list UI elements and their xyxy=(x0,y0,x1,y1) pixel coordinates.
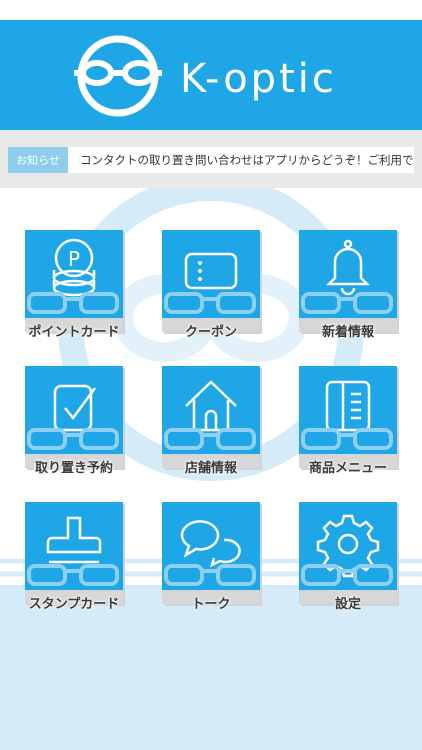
store-info-tile[interactable] xyxy=(162,366,260,468)
coupon-label: クーポン xyxy=(184,325,237,340)
glasses-decoration-icon xyxy=(164,428,256,450)
point-card-tile[interactable]: P xyxy=(25,230,123,332)
glasses-decoration-icon xyxy=(27,292,119,314)
settings-tile[interactable] xyxy=(299,502,397,604)
product-menu-label: 商品メニュー xyxy=(308,461,387,476)
glasses-decoration-icon xyxy=(301,428,393,450)
reservation-label: 取り置き予約 xyxy=(34,461,113,476)
reservation-tile[interactable] xyxy=(25,366,123,468)
settings-label: 設定 xyxy=(334,597,361,612)
news-text[interactable]: コンタクトの取り置き問い合わせはアプリからどうぞ！ご利用で貯まるポ xyxy=(80,147,414,173)
glasses-decoration-icon xyxy=(164,292,256,314)
stamp-card-tile[interactable] xyxy=(25,502,123,604)
talk-label: トーク xyxy=(191,597,231,612)
point-card-label: ポイントカード xyxy=(28,325,120,340)
glasses-decoration-icon xyxy=(27,428,119,450)
brand-name: K-optic xyxy=(180,56,337,102)
svg-text:P: P xyxy=(68,247,80,271)
news-tile[interactable] xyxy=(299,230,397,332)
news-badge: お知らせ xyxy=(8,147,68,173)
talk-tile[interactable] xyxy=(162,502,260,604)
news-label: 新着情報 xyxy=(321,325,374,340)
stamp-card-label: スタンプカード xyxy=(28,597,120,612)
glasses-decoration-icon xyxy=(301,564,393,586)
glasses-decoration-icon xyxy=(27,564,119,586)
app-header: K-optic xyxy=(0,20,422,130)
glasses-decoration-icon xyxy=(301,292,393,314)
news-ticker[interactable]: お知らせ コンタクトの取り置き問い合わせはアプリからどうぞ！ご利用で貯まるポ xyxy=(8,147,414,173)
product-menu-tile[interactable] xyxy=(299,366,397,468)
glasses-decoration-icon xyxy=(164,564,256,586)
store-info-label: 店舗情報 xyxy=(184,461,237,476)
status-bar xyxy=(0,0,422,20)
coupon-tile[interactable] xyxy=(162,230,260,332)
